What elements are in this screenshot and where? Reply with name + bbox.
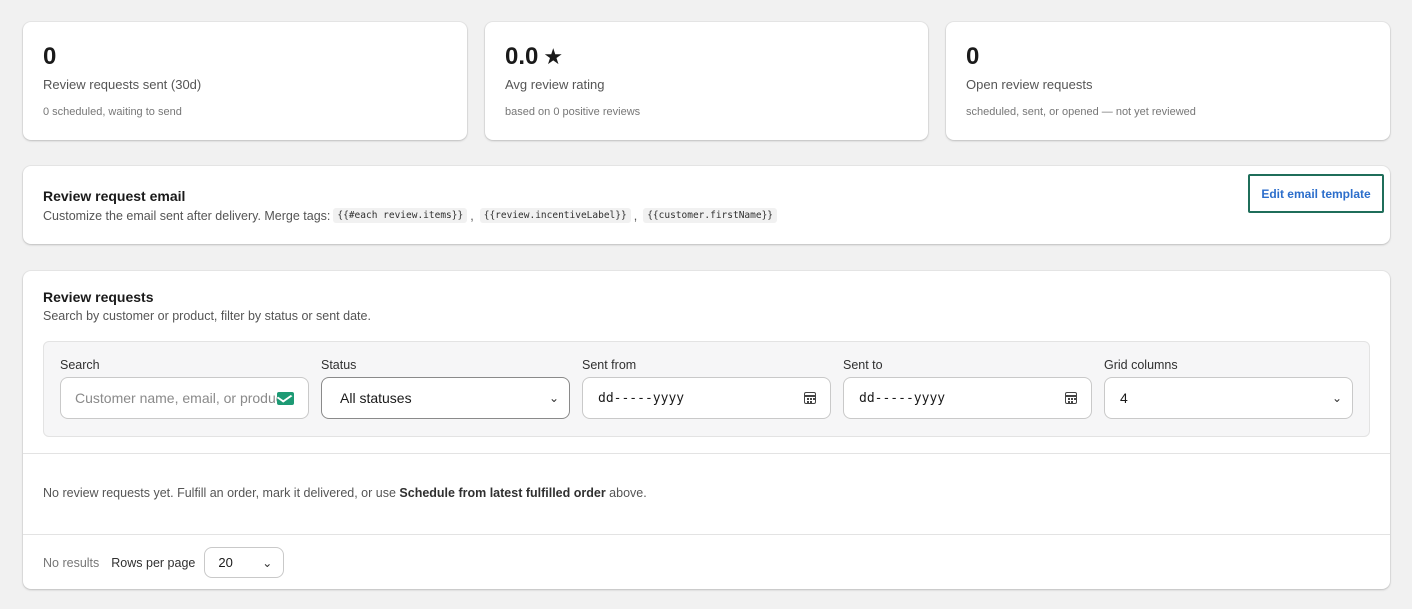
merge-tag: {{#each review.items}} bbox=[333, 208, 468, 223]
stat-card-open-requests: 0 Open review requests scheduled, sent, … bbox=[946, 22, 1390, 140]
sent-from-input[interactable]: dd-----yyyy bbox=[582, 377, 831, 419]
rows-per-page-label: Rows per page bbox=[111, 555, 196, 570]
empty-text: No review requests yet. Fulfill an order… bbox=[43, 486, 400, 500]
stat-sub: scheduled, sent, or opened — not yet rev… bbox=[966, 106, 1196, 118]
status-select[interactable]: All statuses ⌄ bbox=[321, 377, 570, 419]
merge-tag: {{review.incentiveLabel}} bbox=[479, 208, 631, 223]
section-title: Review request email bbox=[43, 188, 186, 204]
search-field-wrapper bbox=[60, 377, 309, 419]
empty-bold-link: Schedule from latest fulfilled order bbox=[399, 486, 606, 500]
status-label: Status bbox=[321, 358, 357, 372]
chevron-down-icon: ⌄ bbox=[1331, 391, 1342, 405]
grid-columns-value: 4 bbox=[1120, 390, 1128, 406]
empty-text: above. bbox=[605, 486, 647, 500]
status-group: Status All statuses ⌄ bbox=[321, 358, 570, 436]
stat-label: Open review requests bbox=[966, 77, 1093, 92]
divider bbox=[23, 534, 1390, 535]
rows-per-page-value: 20 bbox=[218, 555, 233, 570]
filter-bar: Search Status All statuses ⌄ Sent from d… bbox=[43, 341, 1370, 437]
search-label: Search bbox=[60, 358, 100, 372]
section-description: Search by customer or product, filter by… bbox=[43, 309, 371, 323]
merge-tag: {{customer.firstName}} bbox=[643, 208, 778, 223]
sent-to-group: Sent to dd-----yyyy bbox=[843, 358, 1092, 436]
sent-to-label: Sent to bbox=[843, 358, 883, 372]
grid-columns-label: Grid columns bbox=[1104, 358, 1178, 372]
grid-columns-group: Grid columns 4 ⌄ bbox=[1104, 358, 1353, 436]
stat-label: Avg review rating bbox=[505, 77, 605, 92]
sent-from-label: Sent from bbox=[582, 358, 637, 372]
sent-from-value: dd-----yyyy bbox=[598, 390, 685, 406]
stat-label: Review requests sent (30d) bbox=[43, 77, 202, 92]
section-title: Review requests bbox=[43, 289, 154, 305]
sent-from-group: Sent from dd-----yyyy bbox=[582, 358, 831, 436]
stat-card-requests-sent: 0 Review requests sent (30d) 0 scheduled… bbox=[23, 22, 467, 140]
email-desc-text: Customize the email sent after delivery.… bbox=[43, 208, 331, 223]
stat-value: 0 bbox=[43, 43, 57, 70]
review-requests-card: Review requests Search by customer or pr… bbox=[23, 271, 1390, 589]
tag-separator: , bbox=[470, 208, 474, 223]
no-results-text: No results bbox=[43, 555, 100, 570]
search-group: Search bbox=[60, 358, 309, 436]
status-value: All statuses bbox=[340, 390, 412, 406]
star-icon: ★ bbox=[543, 44, 564, 69]
rows-per-page-select[interactable]: 20 ⌄ bbox=[204, 547, 285, 578]
tag-separator: , bbox=[633, 208, 638, 223]
calendar-icon[interactable] bbox=[804, 392, 816, 404]
stat-sub: based on 0 positive reviews bbox=[505, 106, 641, 118]
calendar-icon[interactable] bbox=[1065, 392, 1077, 404]
grid-columns-select[interactable]: 4 ⌄ bbox=[1104, 377, 1353, 419]
stat-value: 0.0 ★ bbox=[505, 43, 564, 70]
chevron-down-icon: ⌄ bbox=[262, 555, 273, 570]
review-email-card: Review request email Customize the email… bbox=[23, 166, 1390, 244]
stat-card-avg-rating: 0.0 ★ Avg review rating based on 0 posit… bbox=[485, 22, 928, 140]
search-input[interactable] bbox=[75, 390, 277, 406]
edit-email-template-button[interactable]: Edit email template bbox=[1248, 174, 1384, 213]
divider bbox=[23, 453, 1390, 454]
mail-icon bbox=[277, 391, 294, 405]
email-description: Customize the email sent after delivery.… bbox=[43, 208, 1370, 223]
empty-state-message: No review requests yet. Fulfill an order… bbox=[43, 486, 647, 500]
stat-sub: 0 scheduled, waiting to send bbox=[43, 106, 182, 118]
stat-value: 0 bbox=[966, 43, 980, 70]
sent-to-value: dd-----yyyy bbox=[859, 390, 946, 406]
sent-to-input[interactable]: dd-----yyyy bbox=[843, 377, 1092, 419]
chevron-down-icon: ⌄ bbox=[548, 391, 559, 405]
table-footer: No results Rows per page 20 ⌄ bbox=[43, 547, 285, 578]
